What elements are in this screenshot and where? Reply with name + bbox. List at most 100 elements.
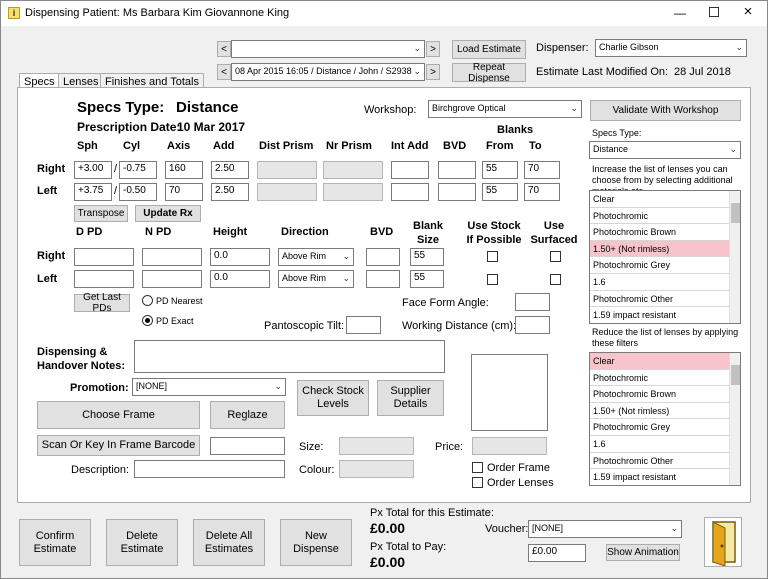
reduce-item[interactable]: Photochromic Grey <box>590 419 740 436</box>
reduce-item[interactable]: 1.59 impact resistant <box>590 469 740 485</box>
right-direction-select[interactable]: Above Rim ⌄ <box>278 248 354 266</box>
order-lenses-checkbox[interactable] <box>472 477 483 488</box>
top-estimate-select[interactable]: ⌄ <box>231 40 425 58</box>
workshop-select[interactable]: Birchgrove Optical ⌄ <box>428 100 582 118</box>
left-dist-prism-input[interactable] <box>257 183 317 201</box>
increase-item[interactable]: Photochromic Grey <box>590 257 740 274</box>
new-dispense-button[interactable]: New Dispense <box>280 519 352 566</box>
right-dpd-input[interactable] <box>74 248 134 266</box>
left-nr-prism-input[interactable] <box>323 183 383 201</box>
reduce-item[interactable]: Photochromic <box>590 370 740 387</box>
left-to-input[interactable]: 70 <box>524 183 560 201</box>
left-cyl-input[interactable]: -0.50 <box>119 183 157 201</box>
bottom-next-button[interactable]: > <box>426 64 440 80</box>
bottom-prev-button[interactable]: < <box>217 64 231 80</box>
right-bvd-input[interactable] <box>438 161 476 179</box>
get-last-pds-button[interactable]: Get Last PDs <box>74 292 130 314</box>
left-bvd-input[interactable] <box>438 183 476 201</box>
pd-exact-radio[interactable] <box>142 315 153 326</box>
update-rx-button[interactable]: Update Rx <box>135 205 201 222</box>
price-input[interactable] <box>472 437 547 455</box>
promotion-select[interactable]: [NONE] ⌄ <box>132 378 286 396</box>
left-from-input[interactable]: 55 <box>482 183 518 201</box>
maximize-icon[interactable] <box>709 7 719 17</box>
scan-barcode-button[interactable]: Scan Or Key In Frame Barcode <box>37 435 200 456</box>
increase-item[interactable]: Photochromic <box>590 208 740 225</box>
confirm-estimate-button[interactable]: Confirm Estimate <box>19 519 91 566</box>
colour-input[interactable] <box>339 460 414 478</box>
dispenser-select[interactable]: Charlie Gibson ⌄ <box>595 39 747 57</box>
reduce-item[interactable]: Photochromic Other <box>590 453 740 470</box>
reglaze-button[interactable]: Reglaze <box>210 401 285 429</box>
voucher-select[interactable]: [NONE] ⌄ <box>528 520 682 538</box>
reduce-item[interactable]: 1.50+ (Not rimless) <box>590 403 740 420</box>
close-icon[interactable]: × <box>741 3 755 21</box>
right-nr-prism-input[interactable] <box>323 161 383 179</box>
left-npd-input[interactable] <box>142 270 202 288</box>
reduce-item[interactable]: Photochromic Brown <box>590 386 740 403</box>
size-input[interactable] <box>339 437 414 455</box>
transpose-button[interactable]: Transpose <box>74 205 128 222</box>
validate-workshop-button[interactable]: Validate With Workshop <box>590 100 741 121</box>
show-animation-button[interactable]: Show Animation <box>606 544 680 561</box>
right-dist-prism-input[interactable] <box>257 161 317 179</box>
right-npd-input[interactable] <box>142 248 202 266</box>
check-stock-button[interactable]: Check Stock Levels <box>297 380 369 416</box>
increase-item[interactable]: Photochromic Brown <box>590 224 740 241</box>
left-use-surfaced-checkbox[interactable] <box>550 274 561 285</box>
right-from-input[interactable]: 55 <box>482 161 518 179</box>
right-height-input[interactable]: 0.0 <box>210 248 270 266</box>
right-cyl-input[interactable]: -0.75 <box>119 161 157 179</box>
delete-estimate-button[interactable]: Delete Estimate <box>106 519 178 566</box>
description-input[interactable] <box>134 460 285 478</box>
pd-nearest-radio[interactable] <box>142 295 153 306</box>
notes-textarea[interactable] <box>134 340 445 373</box>
load-estimate-button[interactable]: Load Estimate <box>452 40 526 59</box>
increase-item[interactable]: Clear <box>590 191 740 208</box>
scrollbar-thumb[interactable] <box>731 203 740 223</box>
right-sph-input[interactable]: +3.00 <box>74 161 112 179</box>
scrollbar-thumb[interactable] <box>731 365 740 385</box>
right-use-stock-checkbox[interactable] <box>487 251 498 262</box>
pantoscopic-input[interactable] <box>346 316 381 334</box>
reduce-item[interactable]: 1.6 <box>590 436 740 453</box>
left-add-input[interactable]: 2.50 <box>211 183 249 201</box>
left-use-stock-checkbox[interactable] <box>487 274 498 285</box>
working-distance-input[interactable] <box>515 316 550 334</box>
left-dpd-input[interactable] <box>74 270 134 288</box>
right-to-input[interactable]: 70 <box>524 161 560 179</box>
increase-item[interactable]: 1.6 <box>590 274 740 291</box>
top-prev-button[interactable]: < <box>217 41 231 57</box>
bottom-estimate-select[interactable]: 08 Apr 2015 16:05 / Distance / John / S2… <box>231 63 425 81</box>
left-int-add-input[interactable] <box>391 183 429 201</box>
increase-list-scrollbar[interactable] <box>729 191 740 323</box>
increase-item[interactable]: 1.59 impact resistant <box>590 307 740 323</box>
right-pd-bvd-input[interactable] <box>366 248 400 266</box>
lens-specs-type-select[interactable]: Distance ⌄ <box>589 141 741 159</box>
reduce-list-scrollbar[interactable] <box>729 353 740 485</box>
increase-item[interactable]: 1.50+ (Not rimless) <box>590 240 740 258</box>
minimize-icon[interactable]: — <box>673 6 687 20</box>
right-blank-size-input[interactable]: 55 <box>410 248 444 266</box>
voucher-amount-input[interactable]: £0.00 <box>528 544 586 562</box>
order-frame-checkbox[interactable] <box>472 462 483 473</box>
right-use-surfaced-checkbox[interactable] <box>550 251 561 262</box>
left-height-input[interactable]: 0.0 <box>210 270 270 288</box>
right-axis-input[interactable]: 160 <box>165 161 203 179</box>
exit-door-icon[interactable] <box>704 517 742 567</box>
left-blank-size-input[interactable]: 55 <box>410 270 444 288</box>
reduce-lenses-list[interactable]: Clear Photochromic Photochromic Brown 1.50+… <box>589 352 741 486</box>
increase-lenses-list[interactable]: Clear Photochromic Photochromic Brown 1.50+… <box>589 190 741 324</box>
barcode-input[interactable] <box>210 437 285 455</box>
increase-item[interactable]: Photochromic Other <box>590 291 740 308</box>
face-form-input[interactable] <box>515 293 550 311</box>
right-int-add-input[interactable] <box>391 161 429 179</box>
left-pd-bvd-input[interactable] <box>366 270 400 288</box>
supplier-details-button[interactable]: Supplier Details <box>377 380 444 416</box>
left-direction-select[interactable]: Above Rim ⌄ <box>278 270 354 288</box>
delete-all-estimates-button[interactable]: Delete All Estimates <box>193 519 265 566</box>
choose-frame-button[interactable]: Choose Frame <box>37 401 200 429</box>
top-next-button[interactable]: > <box>426 41 440 57</box>
left-sph-input[interactable]: +3.75 <box>74 183 112 201</box>
repeat-dispense-button[interactable]: Repeat Dispense <box>452 62 526 84</box>
